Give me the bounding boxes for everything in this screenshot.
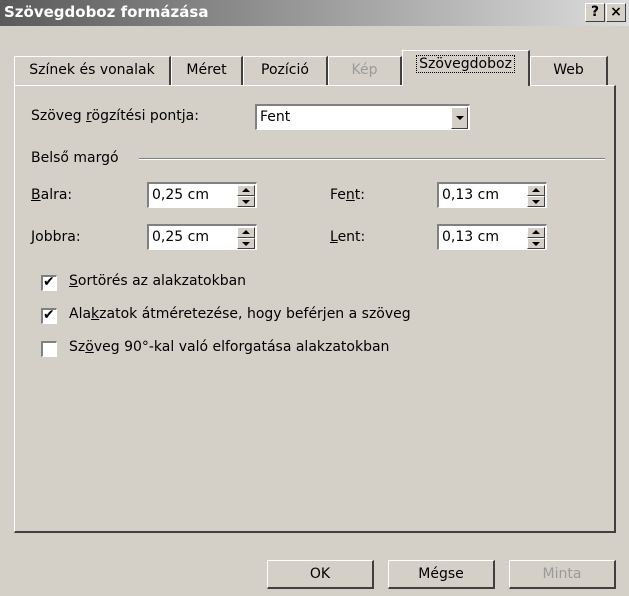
tab-size[interactable]: Méret [171,56,243,85]
spin-down-icon[interactable] [237,238,255,249]
preview-button[interactable]: Minta [509,560,616,589]
tab-web[interactable]: Web [530,56,608,85]
anchor-value: Fent [260,109,291,125]
top-margin-label: Fent: [330,187,365,203]
tab-picture[interactable]: Kép [328,56,402,85]
tab-position[interactable]: Pozíció [243,56,328,85]
close-button[interactable]: × [606,3,626,22]
dropdown-arrow-icon[interactable] [451,107,468,129]
bottom-margin-value: 0,13 cm [442,229,499,245]
textbox-panel: Szöveg rögzítési pontja: Fent Belső marg… [14,85,616,533]
resize-shape-label[interactable]: Alakzatok átméretezése, hogy beférjen a … [69,306,411,322]
tab-colors-lines[interactable]: Színek és vonalak [14,56,171,85]
word-wrap-label[interactable]: Sortörés az alakzatokban [69,273,246,289]
bottom-margin-spinner[interactable]: 0,13 cm [437,224,547,250]
group-divider [139,158,605,160]
anchor-dropdown[interactable]: Fent [255,104,470,130]
bottom-margin-label: Lent: [330,229,366,245]
resize-shape-checkbox[interactable]: ✔ [41,307,57,324]
left-margin-value: 0,25 cm [152,187,209,203]
tab-strip: Színek és vonalak Méret Pozíció Kép Szöv… [0,48,629,86]
right-margin-spinner[interactable]: 0,25 cm [147,224,257,250]
margin-group-label: Belső margó [31,150,119,166]
right-margin-label: Jobbra: [31,229,81,245]
left-margin-spinner[interactable]: 0,25 cm [147,182,257,208]
help-button[interactable]: ? [585,3,605,22]
anchor-label: Szöveg rögzítési pontja: [31,108,199,124]
tab-textbox[interactable]: Szövegdoboz [402,50,530,86]
top-margin-spinner[interactable]: 0,13 cm [437,182,547,208]
top-margin-value: 0,13 cm [442,187,499,203]
spin-down-icon[interactable] [527,196,545,207]
rotate-text-label[interactable]: Szöveg 90°-kal való elforgatása alakzato… [69,339,389,355]
checkmark-icon: ✔ [43,274,55,290]
spin-up-icon[interactable] [527,227,545,238]
window-title: Szövegdoboz formázása [4,3,209,21]
dialog-window: Szövegdoboz formázása ? × Színek és vona… [0,0,629,596]
title-bar[interactable]: Szövegdoboz formázása ? × [0,0,629,26]
ok-button[interactable]: OK [267,560,374,589]
word-wrap-checkbox[interactable]: ✔ [41,274,57,291]
spin-up-icon[interactable] [527,185,545,196]
spin-down-icon[interactable] [527,238,545,249]
right-margin-value: 0,25 cm [152,229,209,245]
rotate-text-checkbox[interactable] [41,341,57,357]
spin-up-icon[interactable] [237,185,255,196]
spin-up-icon[interactable] [237,227,255,238]
cancel-button[interactable]: Mégse [388,560,495,589]
spin-down-icon[interactable] [237,196,255,207]
checkmark-icon: ✔ [43,307,55,323]
left-margin-label: Balra: [31,187,73,203]
